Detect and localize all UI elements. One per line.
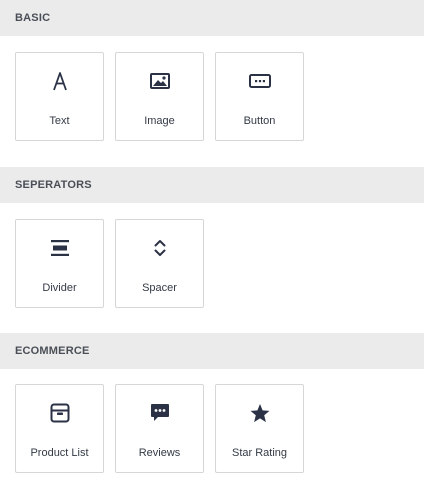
block-image[interactable]: Image <box>115 52 204 141</box>
section-header-seperators: SEPERATORS <box>0 167 424 203</box>
block-button[interactable]: Button <box>215 52 304 141</box>
spacer-icon <box>153 234 167 262</box>
product-list-icon <box>50 399 70 427</box>
reviews-icon <box>150 399 170 427</box>
star-rating-icon <box>249 399 271 427</box>
divider-icon <box>50 234 70 262</box>
block-label: Text <box>49 115 70 127</box>
block-label: Reviews <box>138 447 181 459</box>
text-icon <box>52 67 68 95</box>
block-product-list[interactable]: Product List <box>15 384 104 473</box>
block-divider[interactable]: Divider <box>15 219 104 308</box>
block-label: Product List <box>30 447 89 459</box>
image-icon <box>149 67 170 95</box>
block-star-rating[interactable]: Star Rating <box>215 384 304 473</box>
section-title: ECOMMERCE <box>15 345 90 357</box>
section-title: BASIC <box>15 12 51 24</box>
section-title: SEPERATORS <box>15 179 92 191</box>
block-label: Button <box>243 115 276 127</box>
button-icon <box>248 67 271 95</box>
block-label: Spacer <box>142 282 177 294</box>
section-ecommerce: Product List Reviews Star Rating <box>0 369 424 497</box>
block-label: Image <box>144 115 175 127</box>
section-seperators: Divider Spacer <box>0 203 424 333</box>
blocks-panel: BASIC Text Image Button SEPERATORS Divid… <box>0 0 424 497</box>
section-header-basic: BASIC <box>0 0 424 36</box>
block-reviews[interactable]: Reviews <box>115 384 204 473</box>
section-header-ecommerce: ECOMMERCE <box>0 333 424 369</box>
block-spacer[interactable]: Spacer <box>115 219 204 308</box>
block-label: Star Rating <box>231 447 288 459</box>
section-basic: Text Image Button <box>0 36 424 167</box>
block-text[interactable]: Text <box>15 52 104 141</box>
block-label: Divider <box>42 282 77 294</box>
